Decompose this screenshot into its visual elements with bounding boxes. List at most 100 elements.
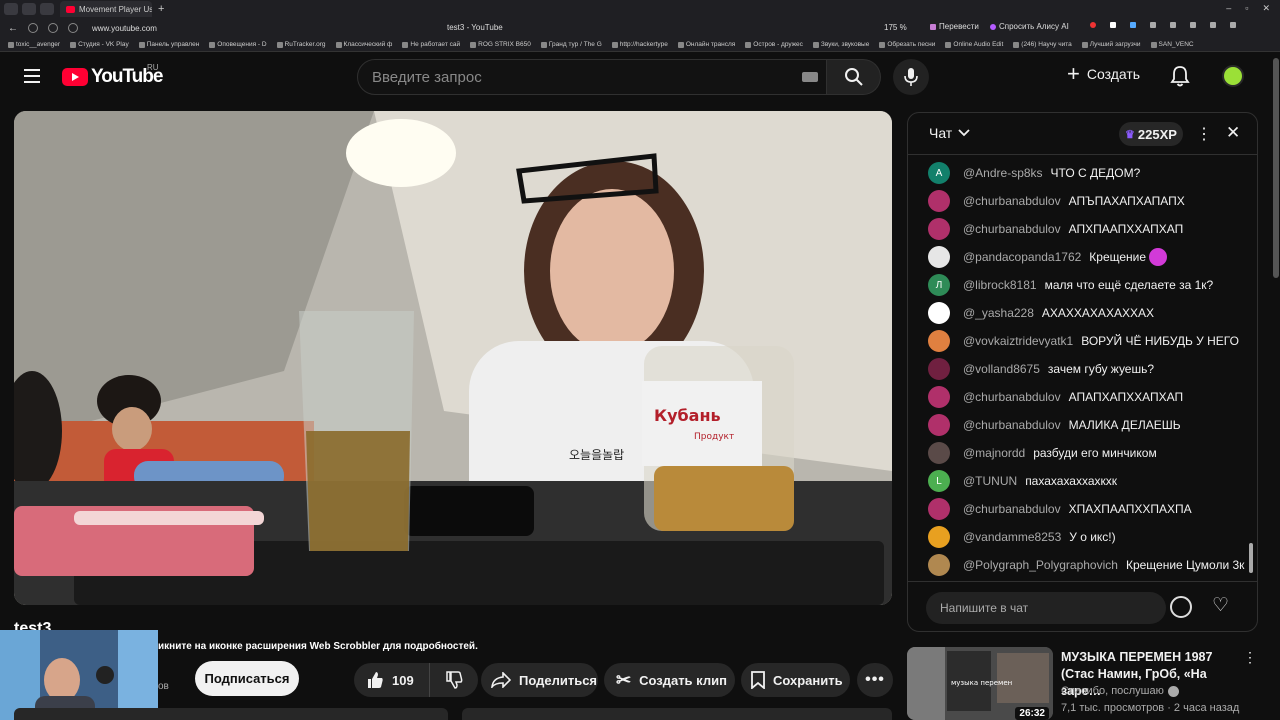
chat-input[interactable]: Напишите в чат (926, 592, 1166, 624)
keyboard-icon[interactable] (802, 72, 818, 82)
bookmark-item[interactable]: http://hackertype (611, 41, 668, 48)
chat-message[interactable]: @vandamme8253 У о икс!) (928, 525, 1116, 549)
forward-icon[interactable] (28, 23, 38, 33)
chat-more-icon[interactable]: ⋮ (1196, 124, 1212, 144)
url-field[interactable]: www.youtube.com (92, 24, 392, 33)
tab-list-icon[interactable] (22, 3, 36, 15)
subscribe-button[interactable]: Подписаться (195, 661, 299, 696)
zoom-indicator[interactable]: 175 % (884, 23, 907, 32)
heart-reaction-icon[interactable]: ♡ (1212, 594, 1229, 617)
chat-message[interactable]: @vovkaiztridevyatk1 ВОРУЙ ЧЁ НИБУДЬ У НЕГ… (928, 329, 1239, 353)
save-button[interactable]: Сохранить (741, 663, 850, 697)
tab-back-icon[interactable] (40, 3, 54, 15)
chat-author-avatar[interactable]: L (928, 470, 950, 492)
chat-author-name[interactable]: @vandamme8253 (963, 530, 1061, 544)
recommended-more-icon[interactable]: ⋮ (1243, 649, 1257, 666)
chat-message[interactable]: @pandacopanda1762 Крещение (928, 245, 1168, 269)
chat-message[interactable]: @_yasha228 АХАХХАХАХАХХАХ (928, 301, 1154, 325)
browser-tab-active[interactable]: Movement Player Uses Ne (60, 1, 152, 17)
bookmark-item[interactable]: ROG STRIX B650 (470, 41, 531, 48)
create-clip-button[interactable]: ✂ Создать клип (604, 663, 735, 697)
browser-menu-icon[interactable] (4, 3, 18, 15)
page-scrollbar-thumb[interactable] (1273, 58, 1279, 278)
share-button[interactable]: Поделиться (481, 663, 598, 697)
voice-search-button[interactable] (893, 59, 929, 95)
extension-icon[interactable] (1210, 22, 1216, 28)
chat-message[interactable]: @churbanabdulov АПАПХАПХХАПХАП (928, 385, 1183, 409)
chat-author-name[interactable]: @Andre-sp8ks (963, 166, 1043, 180)
chat-author-avatar[interactable] (928, 302, 950, 324)
xp-badge[interactable]: ♛ 225XP (1119, 122, 1183, 146)
chat-author-avatar[interactable] (928, 386, 950, 408)
more-actions-button[interactable]: ••• (857, 663, 893, 697)
bookmark-item[interactable]: Обрезать песни (879, 41, 935, 48)
chat-author-name[interactable]: @churbanabdulov (963, 222, 1061, 236)
bookmark-item[interactable]: SAN_VENC (1150, 41, 1194, 48)
extension-icon[interactable] (1130, 22, 1136, 28)
extension-icon[interactable] (1110, 22, 1116, 28)
chat-message[interactable]: @churbanabdulov МАЛИКА ДЕЛАЕШЬ (928, 413, 1181, 437)
bookmark-item[interactable]: Остров - дружес (745, 41, 803, 48)
chat-author-name[interactable]: @librock8181 (963, 278, 1037, 292)
bookmark-item[interactable]: Оповещения - D (209, 41, 267, 48)
chat-author-name[interactable]: @vovkaiztridevyatk1 (963, 334, 1073, 348)
maximize-icon[interactable]: ▫ (1245, 3, 1248, 14)
chat-author-name[interactable]: @volland8675 (963, 362, 1040, 376)
chat-message[interactable]: @majnordd разбуди его минчиком (928, 441, 1157, 465)
chat-author-avatar[interactable] (928, 498, 950, 520)
chat-scrollbar[interactable] (1249, 543, 1253, 573)
translate-button[interactable]: Перевести (930, 22, 979, 31)
chat-author-name[interactable]: @majnordd (963, 446, 1025, 460)
bookmark-item[interactable]: Панель управлен (138, 41, 199, 48)
video-player[interactable]: 오늘을놀랍 Кубань Продукт (14, 111, 892, 605)
reload-icon[interactable] (48, 23, 58, 33)
bookmark-item[interactable]: Звуки, звуковые (812, 41, 869, 48)
chat-author-name[interactable]: @TUNUN (963, 474, 1017, 488)
ask-alice-button[interactable]: Спросить Алису AI (990, 22, 1069, 31)
bookmark-item[interactable]: Студия - VK Play (70, 41, 129, 48)
search-input[interactable]: Введите запрос (357, 59, 827, 95)
chat-author-name[interactable]: @_yasha228 (963, 306, 1034, 320)
chat-message[interactable]: @churbanabdulov АПХПААПХХАПХАП (928, 217, 1183, 241)
like-button[interactable]: 109 (354, 663, 430, 697)
chat-author-name[interactable]: @pandacopanda1762 (963, 250, 1081, 264)
recommended-channel[interactable]: Спасибо, послушаю (1061, 685, 1179, 697)
chat-message[interactable]: A @Andre-sp8ks ЧТО С ДЕДОМ? (928, 161, 1140, 185)
new-tab-icon[interactable]: + (158, 3, 164, 15)
bookmark-item[interactable]: Лучший загрузчи (1081, 41, 1141, 48)
extension-icon[interactable] (1170, 22, 1176, 28)
chat-author-avatar[interactable] (928, 190, 950, 212)
close-window-icon[interactable]: ✕ (1262, 3, 1270, 14)
extension-icon[interactable] (1190, 22, 1196, 28)
chat-author-avatar[interactable] (928, 218, 950, 240)
recommended-video[interactable]: музыка перемен 26:32 МУЗЫКА ПЕРЕМЕН 1987… (907, 647, 1280, 720)
back-icon[interactable]: ← (8, 23, 18, 34)
extension-icon[interactable] (1150, 22, 1156, 28)
chat-author-avatar[interactable] (928, 526, 950, 548)
chat-message[interactable]: @volland8675 зачем губу жуешь? (928, 357, 1154, 381)
extension-icon[interactable] (1230, 22, 1236, 28)
recommended-thumbnail[interactable]: музыка перемен 26:32 (907, 647, 1053, 720)
chat-author-name[interactable]: @churbanabdulov (963, 194, 1061, 208)
chat-author-avatar[interactable] (928, 554, 950, 576)
chat-author-name[interactable]: @churbanabdulov (963, 502, 1061, 516)
chat-author-name[interactable]: @Polygraph_Polygraphovich (963, 558, 1118, 572)
bookmark-item[interactable]: Онлайн трансля (677, 41, 735, 48)
bookmark-item[interactable]: Классический ф (335, 41, 392, 48)
dislike-button[interactable] (430, 671, 478, 689)
menu-icon[interactable] (24, 69, 40, 83)
chat-message[interactable]: Л @librock8181 маля что ещё сделаете за 1к… (928, 273, 1213, 297)
emoji-picker-icon[interactable] (1170, 596, 1192, 618)
extension-icon[interactable] (1090, 22, 1096, 28)
bookmark-item[interactable]: Online Audio Edit (945, 41, 1003, 48)
bookmark-item[interactable]: RuTracker.org (276, 41, 326, 48)
account-avatar[interactable] (1222, 65, 1244, 87)
chat-message[interactable]: @churbanabdulov ХПАХПААПХХПАХПА (928, 497, 1192, 521)
close-chat-icon[interactable]: ✕ (1226, 123, 1240, 143)
chat-message[interactable]: @Polygraph_Polygraphovich Крещение Цумоли… (928, 553, 1244, 577)
minimize-icon[interactable]: – (1226, 3, 1231, 14)
chat-author-avatar[interactable] (928, 442, 950, 464)
bookmark-item[interactable]: (246) Научу чита (1013, 41, 1072, 48)
chat-message[interactable]: L @TUNUN пахахахаххахкхк (928, 469, 1117, 493)
chat-author-avatar[interactable]: A (928, 162, 950, 184)
